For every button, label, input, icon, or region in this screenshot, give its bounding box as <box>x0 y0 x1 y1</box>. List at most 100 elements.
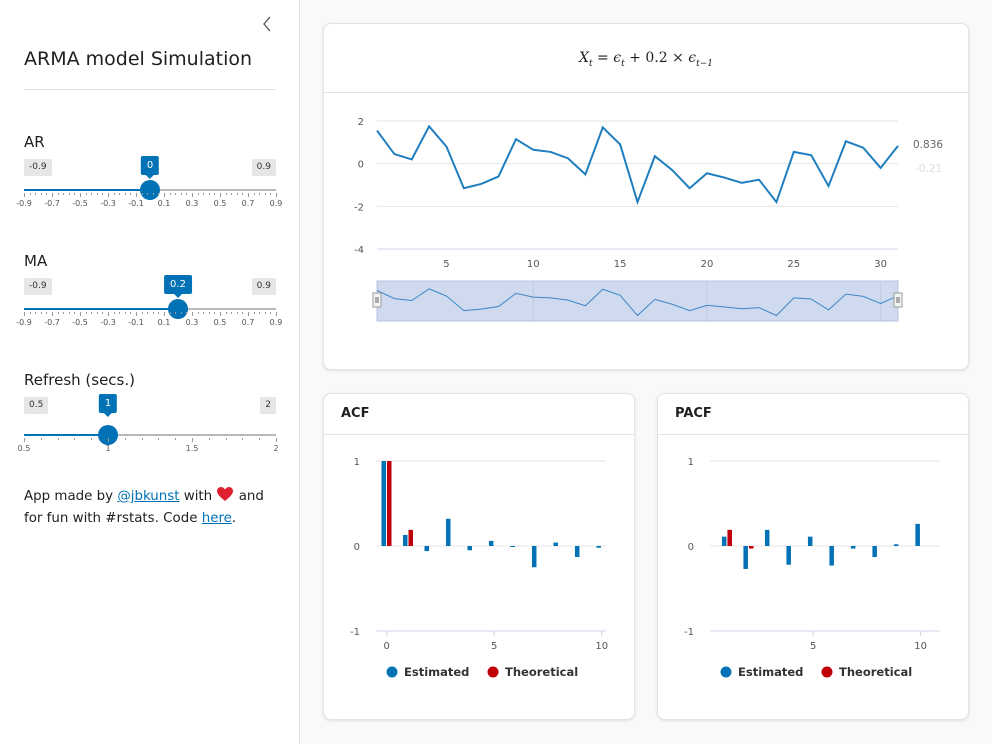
slider-minor-tick <box>96 193 98 195</box>
bar-theoretical <box>748 546 754 549</box>
navigator-handle-box <box>893 292 903 308</box>
timeseries-card: Xt = ϵt + 0.2 × ϵt−1 2 0 -2 -4 5 10 15 20 25 30 0.… <box>323 23 969 370</box>
ma-slider-track[interactable] <box>24 299 276 319</box>
bar-estimated <box>721 536 727 546</box>
slider-tick <box>136 193 137 197</box>
y-tick-label: 0 <box>688 542 694 553</box>
slider-tick-label: 0.7 <box>241 199 255 208</box>
formula-e1: ϵ <box>613 50 622 66</box>
ma-slider-max: 0.9 <box>251 278 276 295</box>
slider-minor-tick <box>214 312 216 314</box>
legend-label: Theoretical <box>505 665 578 679</box>
slider-minor-tick <box>63 193 65 195</box>
x-tick-label: 15 <box>614 259 627 270</box>
legend-item-theoretical[interactable]: Theoretical <box>821 665 913 679</box>
legend-item-estimated[interactable]: Estimated <box>720 665 804 679</box>
divider <box>24 89 276 90</box>
slider-minor-tick <box>40 312 42 314</box>
slider-minor-tick <box>259 438 261 440</box>
y-tick-label: -1 <box>350 627 360 638</box>
legend-item-estimated[interactable]: Estimated <box>386 665 470 679</box>
slider-minor-tick <box>124 312 126 314</box>
refresh-slider-value: 1 <box>98 394 118 417</box>
y-tick-label: 0 <box>358 160 364 171</box>
bar-estimated <box>574 546 580 558</box>
slider-minor-tick <box>74 193 76 195</box>
formula-plus: + 0.2 × <box>624 50 689 66</box>
pacf-chart: 10-15 10Estimated Theoretical <box>684 457 940 679</box>
slider-tick-label: 0.5 <box>213 318 227 327</box>
slider-minor-tick <box>158 312 160 314</box>
slider-minor-tick <box>264 193 266 195</box>
slider-minor-tick <box>225 438 227 440</box>
code-link[interactable]: here <box>202 511 232 526</box>
slider-minor-tick <box>85 312 87 314</box>
slider-minor-tick <box>147 193 149 195</box>
slider-minor-tick <box>124 193 126 195</box>
grid <box>377 120 898 250</box>
ar-slider-value: 0 <box>140 156 160 179</box>
slider-minor-tick <box>158 438 160 440</box>
bar-estimated <box>424 546 429 552</box>
ar-slider-ticks: -0.9 -0.7 -0.5 -0.3 -0.1 0.1 0.3 0.5 0.7 0.9 <box>16 193 282 213</box>
ma-slider-ticks: -0.9 -0.7 -0.5 -0.3 -0.1 0.1 0.3 0.5 0.7 0.9 <box>16 312 282 332</box>
slider-minor-tick <box>264 312 266 314</box>
slider-minor-tick <box>197 193 199 195</box>
slider-minor-tick <box>63 312 65 314</box>
slider-minor-tick <box>186 312 188 314</box>
slider-tick <box>108 193 109 197</box>
slider-minor-tick <box>57 438 59 440</box>
bar-estimated <box>807 536 813 546</box>
ar-slider-min: -0.9 <box>24 159 52 176</box>
slider-minor-tick <box>85 193 87 195</box>
slider-tick-label: -0.5 <box>72 199 88 208</box>
ar-slider-label: AR <box>24 133 45 151</box>
slider-tick-label: -0.7 <box>44 318 60 327</box>
slider-tick-label: -0.1 <box>128 199 144 208</box>
x-tick-label: 10 <box>527 259 540 270</box>
slider-minor-tick <box>130 193 132 195</box>
ar-slider-track[interactable] <box>24 180 276 200</box>
slider-tick <box>192 438 193 442</box>
slider-minor-tick <box>253 193 255 195</box>
ma-slider-label: MA <box>24 252 48 270</box>
slider-tick <box>276 193 277 197</box>
slider-minor-tick <box>203 312 205 314</box>
bar-theoretical <box>386 461 392 546</box>
bar-estimated <box>445 518 451 546</box>
slider-tick <box>52 312 53 316</box>
slider-tick-label: 0.5 <box>213 199 227 208</box>
slider-minor-tick <box>113 312 115 314</box>
legend-item-theoretical[interactable]: Theoretical <box>487 665 579 679</box>
slider-tick-label: 0.3 <box>185 199 199 208</box>
slider-minor-tick <box>169 193 171 195</box>
x-tick-label: 0 <box>384 641 390 652</box>
slider-minor-tick <box>270 193 272 195</box>
slider-tick-label: 0.7 <box>241 318 255 327</box>
slider-tick-label: 0.3 <box>185 318 199 327</box>
bar-estimated <box>381 461 386 546</box>
credits-text: App made by @jbkunst with and for fun wi… <box>24 486 276 530</box>
author-link[interactable]: @jbkunst <box>117 489 179 504</box>
y-tick-label: 1 <box>688 457 694 468</box>
collapse-sidebar-button[interactable] <box>260 14 276 34</box>
faded-value-label: -0.21 <box>915 163 942 175</box>
ma-slider-fill <box>24 308 178 310</box>
slider-tick-label: 1 <box>105 444 111 453</box>
legend-marker <box>487 666 499 678</box>
bar-estimated <box>596 546 601 548</box>
formula-e2: ϵ <box>688 50 697 66</box>
acf-chart: 10-10 5 10Estimated Theoretical <box>350 457 608 679</box>
ma-slider-value: 0.2 <box>164 275 192 298</box>
x-tick-label: 5 <box>443 259 449 270</box>
slider-minor-tick <box>214 193 216 195</box>
refresh-slider-track[interactable] <box>24 425 276 445</box>
bar-estimated <box>829 546 834 566</box>
navigator-handle-box <box>372 292 382 308</box>
slider-minor-tick <box>57 193 59 195</box>
slider-tick-label: 1.5 <box>185 444 199 453</box>
slider-minor-tick <box>147 312 149 314</box>
slider-tick-label: 0.1 <box>157 318 171 327</box>
bar-estimated <box>531 546 537 568</box>
slider-tick <box>248 312 249 316</box>
